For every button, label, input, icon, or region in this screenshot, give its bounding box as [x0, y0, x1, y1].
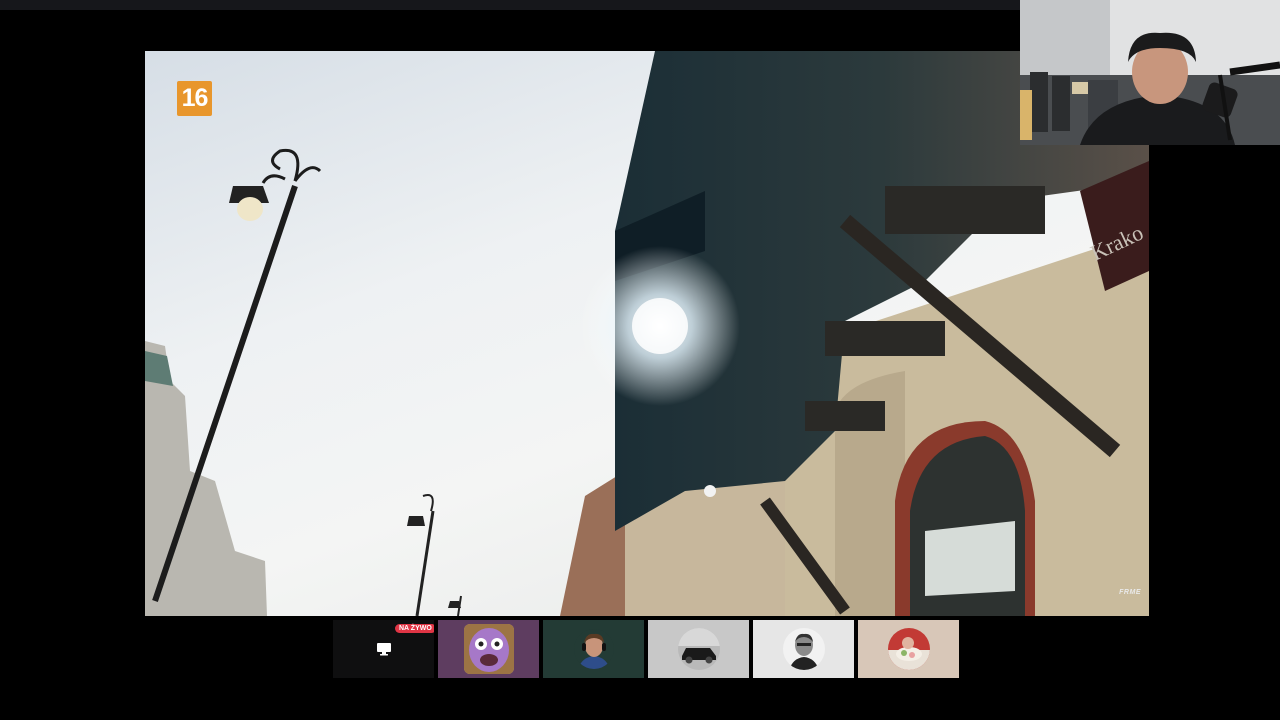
age-rating-badge: 16: [177, 81, 212, 116]
channel-watermark: FRME: [1119, 589, 1141, 596]
streamer-webcam[interactable]: [1020, 0, 1280, 145]
video-frame-image: Krako: [145, 51, 1149, 616]
live-badge: NA ŻYWO: [395, 624, 434, 633]
participant-tile[interactable]: [858, 620, 959, 678]
participant-tile[interactable]: [753, 620, 854, 678]
participant-tile[interactable]: [543, 620, 644, 678]
man-with-headphones-avatar: [573, 629, 614, 669]
car-avatar: [677, 628, 720, 670]
cartoon-face-avatar: [463, 624, 514, 674]
webcam-feed-image: [1020, 0, 1280, 145]
food-avatar: [887, 628, 930, 670]
screen-share-tile[interactable]: NA ŻYWO: [333, 620, 434, 678]
participant-tile[interactable]: [438, 620, 539, 678]
main-video[interactable]: Krako 16 FRME: [145, 51, 1149, 616]
man-bw-photo-avatar: [782, 628, 825, 670]
participant-tile[interactable]: [648, 620, 749, 678]
participant-strip: NA ŻYWO: [333, 620, 959, 678]
monitor-icon: [377, 643, 391, 656]
